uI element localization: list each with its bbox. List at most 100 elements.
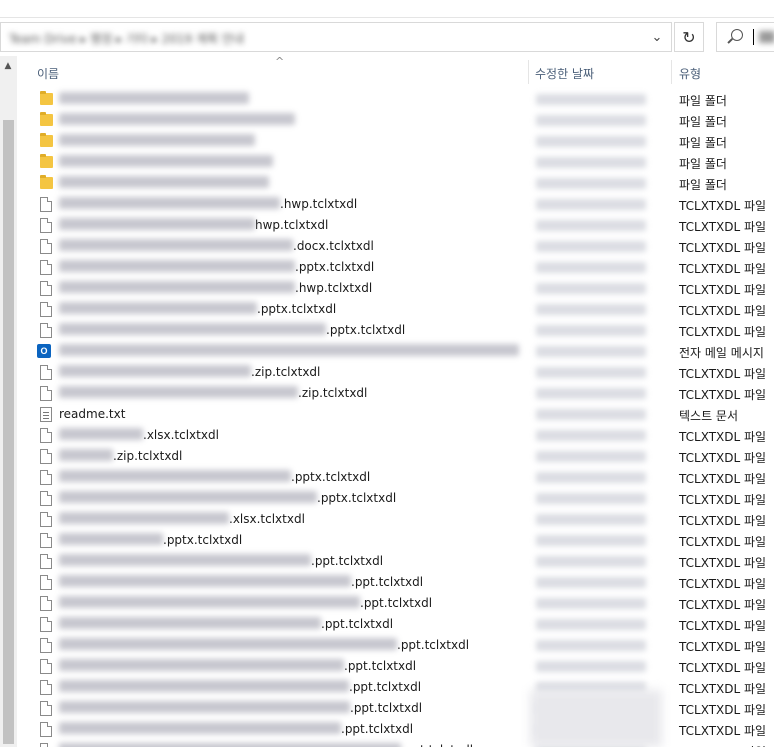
file-icon bbox=[40, 197, 52, 212]
column-divider[interactable] bbox=[671, 60, 672, 84]
file-name-text: .pptx.tclxtxdl bbox=[317, 491, 397, 505]
file-row[interactable]: .ppt.tclxtxdl TCLXTXDL 파일 bbox=[17, 635, 774, 656]
file-name-text: .pptx.tclxtxdl bbox=[295, 260, 375, 274]
file-type: 전자 메일 메시지 bbox=[679, 346, 764, 360]
file-row[interactable]: .zip.tclxtxdl TCLXTXDL 파일 bbox=[17, 446, 774, 467]
redacted-name bbox=[59, 743, 401, 747]
vertical-scrollbar[interactable]: ▲ bbox=[0, 56, 17, 747]
column-divider[interactable] bbox=[528, 60, 529, 84]
redacted-name bbox=[59, 533, 163, 545]
file-row[interactable]: .hwp.tclxtxdl TCLXTXDL 파일 bbox=[17, 194, 774, 215]
file-name bbox=[59, 113, 295, 128]
redacted-date bbox=[536, 115, 646, 126]
file-name-text: .zip.tclxtxdl bbox=[251, 365, 321, 379]
file-row[interactable]: O 전자 메일 메시지 bbox=[17, 341, 774, 362]
redacted-date bbox=[536, 493, 646, 504]
redacted-date bbox=[536, 514, 646, 525]
redacted-date bbox=[536, 577, 646, 588]
redacted-name bbox=[59, 575, 351, 587]
search-cursor bbox=[753, 29, 754, 45]
file-type: TCLXTXDL 파일 bbox=[679, 325, 767, 339]
search-input[interactable] bbox=[716, 22, 774, 52]
column-header-date[interactable]: 수정한 날짜 bbox=[535, 65, 594, 82]
file-type: TCLXTXDL 파일 bbox=[679, 304, 767, 318]
file-type: TCLXTXDL 파일 bbox=[679, 472, 767, 486]
redacted-name bbox=[59, 281, 295, 293]
redacted-date bbox=[536, 556, 646, 567]
scroll-up-icon[interactable]: ▲ bbox=[2, 60, 14, 72]
search-icon bbox=[731, 29, 743, 41]
redacted-name bbox=[59, 512, 229, 524]
sort-ascending-icon: ^ bbox=[275, 55, 285, 68]
file-name-text: .zip.tclxtxdl bbox=[113, 449, 183, 463]
file-type: TCLXTXDL 파일 bbox=[679, 514, 767, 528]
file-type: TCLXTXDL 파일 bbox=[679, 430, 767, 444]
file-row[interactable]: .pptx.tclxtxdl TCLXTXDL 파일 bbox=[17, 467, 774, 488]
file-type: TCLXTXDL 파일 bbox=[679, 262, 767, 276]
redacted-name bbox=[59, 617, 321, 629]
file-row[interactable]: 파일 폴더 bbox=[17, 173, 774, 194]
file-row[interactable]: .zip.tclxtxdl TCLXTXDL 파일 bbox=[17, 362, 774, 383]
file-row[interactable]: .pptx.tclxtxdl TCLXTXDL 파일 bbox=[17, 257, 774, 278]
file-row[interactable]: .hwp.tclxtxdl TCLXTXDL 파일 bbox=[17, 278, 774, 299]
file-name-text: .ppt.tclxtxdl bbox=[321, 617, 394, 631]
file-row[interactable]: 파일 폴더 bbox=[17, 89, 774, 110]
file-name-text: .hwp.tclxtxdl bbox=[295, 281, 373, 295]
redacted-date bbox=[536, 241, 646, 252]
column-header-type[interactable]: 유형 bbox=[679, 65, 701, 82]
redacted-date bbox=[536, 199, 646, 210]
file-icon bbox=[40, 302, 52, 317]
file-row[interactable]: hwp.tclxtxdl TCLXTXDL 파일 bbox=[17, 215, 774, 236]
redacted-date bbox=[536, 283, 646, 294]
column-header: 이름 ^ 수정한 날짜 유형 bbox=[17, 55, 774, 87]
redacted-name bbox=[59, 659, 344, 671]
file-row[interactable]: .xlsx.tclxtxdl TCLXTXDL 파일 bbox=[17, 509, 774, 530]
file-name-text: readme.txt bbox=[59, 407, 126, 421]
file-row[interactable]: .pptx.tclxtxdl TCLXTXDL 파일 bbox=[17, 299, 774, 320]
file-row[interactable]: .ppt.tclxtxdl TCLXTXDL 파일 bbox=[17, 551, 774, 572]
file-name-text: .hwp.tclxtxdl bbox=[280, 197, 358, 211]
address-row: Team Drive ▸ 행정 ▸ 기타 ▸ 2019 계획 안내 ⌄ ↻ bbox=[0, 20, 774, 54]
file-row[interactable]: .xlsx.tclxtxdl TCLXTXDL 파일 bbox=[17, 425, 774, 446]
file-name: .ppt.tclxtxdl bbox=[59, 575, 423, 590]
file-row[interactable]: .pptx.tclxtxdl TCLXTXDL 파일 bbox=[17, 530, 774, 551]
redacted-date bbox=[536, 178, 646, 189]
file-name: .hwp.tclxtxdl bbox=[59, 197, 357, 212]
file-type: 텍스트 문서 bbox=[679, 409, 739, 423]
file-name: .zip.tclxtxdl bbox=[59, 365, 320, 380]
redacted-date bbox=[536, 136, 646, 147]
redacted-name bbox=[59, 92, 249, 104]
file-row[interactable]: .ppt.tclxtxdl TCLXTXDL 파일 bbox=[17, 614, 774, 635]
file-row[interactable]: .pptx.tclxtxdl TCLXTXDL 파일 bbox=[17, 488, 774, 509]
file-row[interactable]: 파일 폴더 bbox=[17, 110, 774, 131]
address-bar[interactable]: Team Drive ▸ 행정 ▸ 기타 ▸ 2019 계획 안내 ⌄ bbox=[0, 22, 672, 52]
file-row[interactable]: .docx.tclxtxdl TCLXTXDL 파일 bbox=[17, 236, 774, 257]
address-dropdown-icon[interactable]: ⌄ bbox=[643, 23, 671, 51]
file-row[interactable]: .pptx.tclxtxdl TCLXTXDL 파일 bbox=[17, 320, 774, 341]
refresh-icon[interactable]: ↻ bbox=[674, 22, 704, 52]
file-name: .pptx.tclxtxdl bbox=[59, 323, 405, 338]
redacted-name bbox=[59, 155, 273, 167]
file-row[interactable]: 파일 폴더 bbox=[17, 152, 774, 173]
file-name: .ppt.tclxtxdl bbox=[59, 659, 416, 674]
file-name-text: .xlsx.tclxtxdl bbox=[143, 428, 219, 442]
scroll-thumb[interactable] bbox=[3, 120, 14, 744]
file-row[interactable]: readme.txt 텍스트 문서 bbox=[17, 404, 774, 425]
redacted-date bbox=[536, 598, 646, 609]
file-row[interactable]: .ppt.tclxtxdl TCLXTXDL 파일 bbox=[17, 656, 774, 677]
file-name-text: .pptx.tclxtxdl bbox=[163, 533, 243, 547]
file-row[interactable]: 파일 폴더 bbox=[17, 131, 774, 152]
redacted-name bbox=[59, 239, 293, 251]
file-list: 파일 폴더 파일 폴더 파일 폴더 파일 폴더 파일 폴더 .hwp.tclxtxdl TC… bbox=[17, 89, 774, 747]
folder-icon bbox=[40, 112, 53, 126]
file-name-text: .ppt.tclxtxdl bbox=[311, 554, 384, 568]
file-icon bbox=[40, 617, 52, 632]
file-row[interactable]: .ppt.tclxtxdl TCLXTXDL 파일 bbox=[17, 572, 774, 593]
column-header-name[interactable]: 이름 bbox=[37, 65, 59, 82]
address-path[interactable]: Team Drive ▸ 행정 ▸ 기타 ▸ 2019 계획 안내 bbox=[9, 30, 529, 44]
file-icon bbox=[40, 449, 52, 464]
file-name: .pptx.tclxtxdl bbox=[59, 470, 370, 485]
file-row[interactable]: .zip.tclxtxdl TCLXTXDL 파일 bbox=[17, 383, 774, 404]
file-row[interactable]: .ppt.tclxtxdl TCLXTXDL 파일 bbox=[17, 593, 774, 614]
file-name: .pptx.tclxtxdl bbox=[59, 302, 336, 317]
